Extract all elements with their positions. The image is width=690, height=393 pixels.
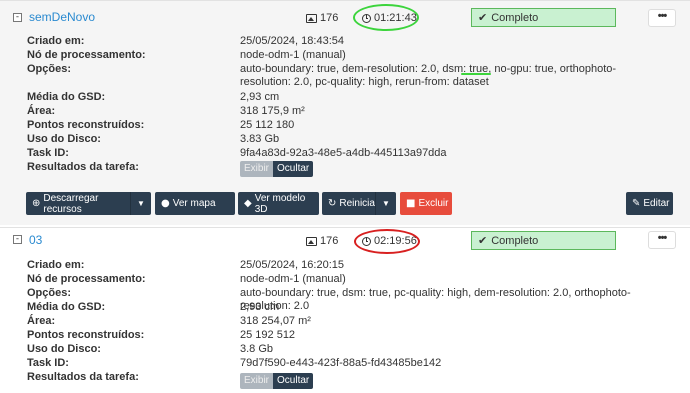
detail-label: Área:	[27, 105, 56, 117]
detail-label: Pontos reconstruídos:	[27, 329, 145, 341]
collapse-toggle-icon[interactable]: -	[13, 13, 22, 22]
detail-value: 3.83 Gb	[240, 133, 280, 145]
refresh-icon: ↻	[328, 198, 337, 209]
hide-results-button[interactable]: Ocultar	[273, 161, 314, 177]
image-icon	[306, 236, 317, 246]
check-icon: ✔	[478, 234, 488, 247]
restart-button[interactable]: ↻ Reiniciar	[322, 192, 379, 215]
detail-value: 79d7f590-e443-423f-88a5-fd43485be142	[240, 357, 442, 369]
edit-button[interactable]: ✎ Editar	[626, 192, 673, 215]
status-text: Completo	[491, 234, 539, 247]
more-options-button[interactable]: •••	[648, 231, 676, 249]
detail-value: 25/05/2024, 18:43:54	[240, 35, 344, 47]
image-count-value: 176	[320, 235, 339, 247]
detail-label: Uso do Disco:	[27, 343, 101, 355]
task-header[interactable]: - semDeNovo 176 01:21:43 ✔ Completo •••	[0, 1, 690, 31]
delete-button[interactable]: ■ Excluir	[400, 192, 452, 215]
task-header[interactable]: - 03 176 02:19:56 ✔ Completo •••	[0, 228, 690, 258]
detail-value: 25 112 180	[240, 119, 295, 131]
detail-label: Nó de processamento:	[27, 273, 146, 285]
results-toggle: Exibir Ocultar	[240, 161, 314, 177]
image-count: 176	[306, 12, 338, 24]
detail-label: Média do GSD:	[27, 301, 106, 313]
detail-value: auto-boundary: true, dem-resolution: 2.0…	[240, 63, 617, 88]
delete-label: Excluir	[418, 198, 449, 209]
task-panel-03: - 03 176 02:19:56 ✔ Completo ••• Criado …	[0, 227, 690, 393]
task-name-link[interactable]: semDeNovo	[29, 10, 95, 24]
collapse-toggle-icon[interactable]: -	[13, 235, 22, 244]
view-map-label: Ver mapa	[172, 198, 216, 209]
detail-label: Task ID:	[27, 357, 69, 369]
detail-value: 25/05/2024, 16:20:15	[240, 259, 344, 271]
detail-label: Opções:	[27, 287, 72, 299]
image-count-value: 176	[320, 12, 339, 24]
detail-value: 2,93 cm	[240, 301, 280, 313]
image-count: 176	[306, 235, 338, 247]
detail-value: 318 175,9 m²	[240, 105, 305, 117]
show-results-button[interactable]: Exibir	[240, 373, 274, 389]
elapsed-time: 02:19:56	[362, 235, 417, 247]
task-panel-semdenovo: - semDeNovo 176 01:21:43 ✔ Completo ••• …	[0, 0, 690, 225]
view-3d-model-label: Ver modelo 3D	[254, 192, 306, 215]
view-map-button[interactable]: ● Ver mapa	[155, 192, 235, 215]
check-icon: ✔	[478, 11, 488, 24]
elapsed-time-value: 02:19:56	[374, 235, 417, 247]
detail-value: 2,93 cm	[240, 91, 280, 103]
globe-icon: ●	[161, 198, 170, 209]
detail-label: Resultados da tarefa:	[27, 371, 139, 383]
detail-label: Resultados da tarefa:	[27, 161, 139, 173]
elapsed-time: 01:21:43	[362, 12, 417, 24]
detail-value: node-odm-1 (manual)	[240, 49, 346, 61]
hide-results-button[interactable]: Ocultar	[273, 373, 314, 389]
download-assets-button[interactable]: ⊕ Descarregar recursos	[26, 192, 130, 215]
clock-icon	[362, 13, 371, 23]
edit-label: Editar	[643, 198, 670, 209]
status-badge: ✔ Completo	[471, 8, 616, 27]
detail-label: Criado em:	[27, 259, 85, 271]
detail-label: Nó de processamento:	[27, 49, 146, 61]
detail-value: 25 192 512	[240, 329, 296, 341]
detail-label: Pontos reconstruídos:	[27, 119, 145, 131]
detail-label: Criado em:	[27, 35, 85, 47]
view-3d-model-button[interactable]: ◆ Ver modelo 3D	[238, 192, 319, 215]
cube-icon: ◆	[244, 198, 252, 209]
detail-label: Área:	[27, 315, 56, 327]
detail-value: 3.8 Gb	[240, 343, 274, 355]
detail-label: Task ID:	[27, 147, 69, 159]
green-annotation-underline	[461, 73, 491, 75]
more-options-button[interactable]: •••	[648, 9, 676, 27]
detail-label: Opções:	[27, 63, 72, 75]
pencil-icon: ✎	[632, 198, 641, 209]
download-dropdown-caret-icon[interactable]: ▼	[130, 192, 151, 215]
detail-value: 9fa4a83d-92a3-48e5-a4db-445113a97dda	[240, 147, 447, 159]
download-icon: ⊕	[32, 198, 41, 209]
detail-label: Uso do Disco:	[27, 133, 101, 145]
results-toggle: Exibir Ocultar	[240, 373, 314, 389]
show-results-button[interactable]: Exibir	[240, 161, 274, 177]
restart-dropdown-caret-icon[interactable]: ▼	[375, 192, 396, 215]
elapsed-time-value: 01:21:43	[374, 12, 417, 24]
status-text: Completo	[491, 11, 539, 24]
download-label: Descarregar recursos	[43, 192, 99, 215]
detail-value: node-odm-1 (manual)	[240, 273, 346, 285]
task-name-link[interactable]: 03	[29, 233, 42, 247]
detail-label: Média do GSD:	[27, 91, 106, 103]
clock-icon	[362, 236, 371, 246]
image-icon	[306, 13, 317, 23]
trash-icon: ■	[406, 198, 416, 209]
status-badge: ✔ Completo	[471, 231, 616, 250]
detail-value: 318 254,07 m²	[240, 315, 311, 327]
restart-label: Reiniciar	[339, 198, 379, 209]
